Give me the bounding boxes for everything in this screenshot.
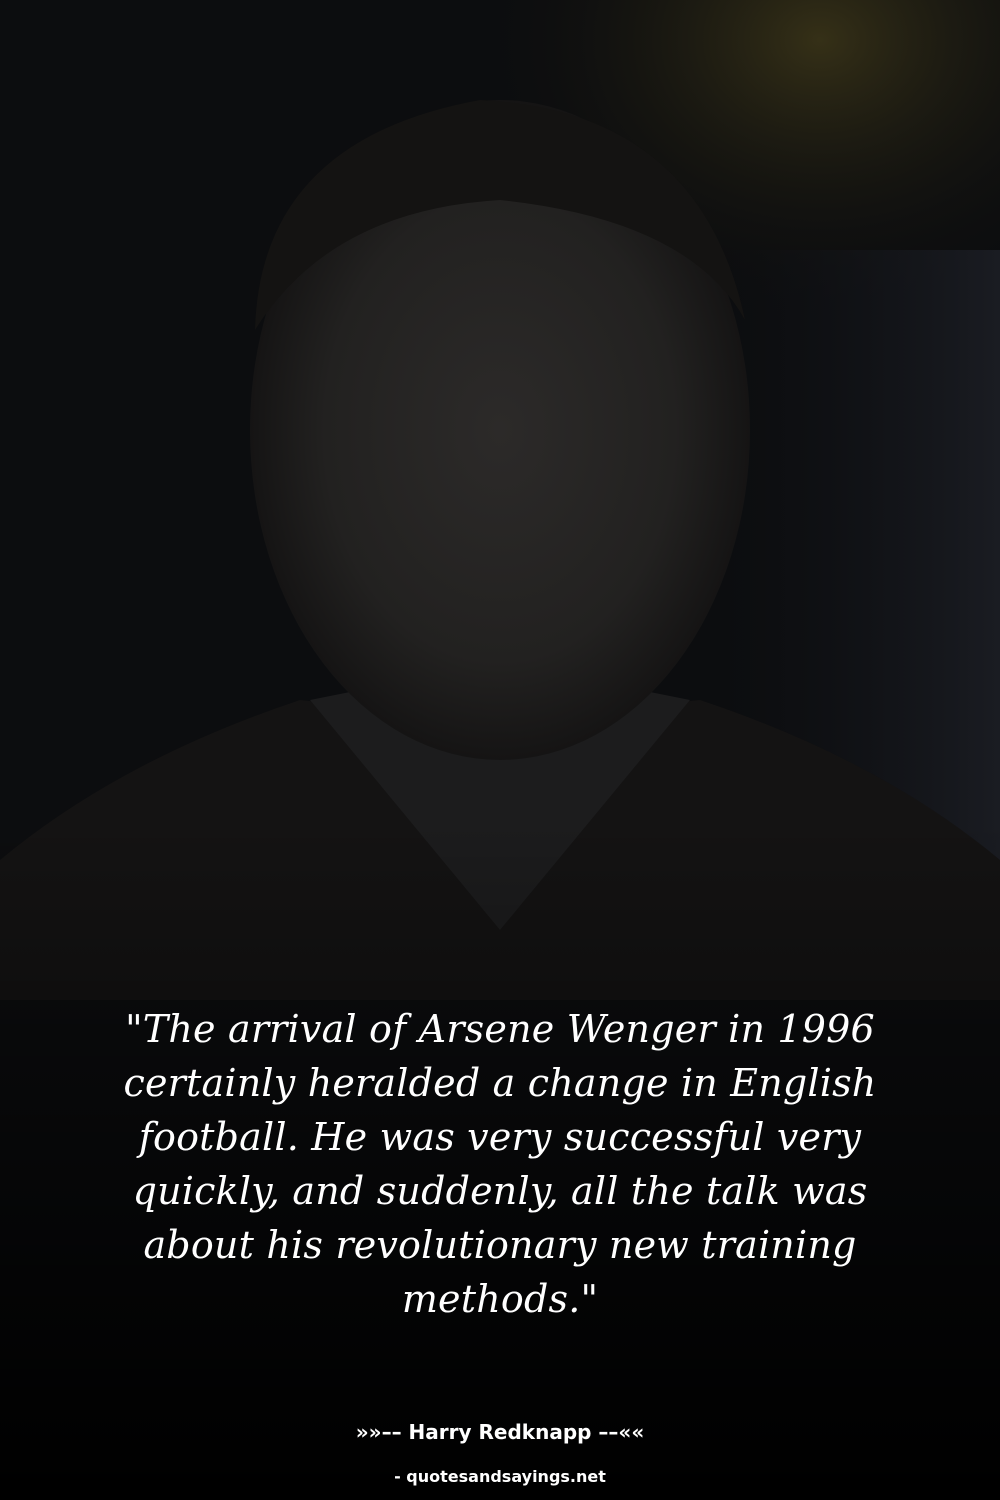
quote-card: "The arrival of Arsene Wenger in 1996 ce… — [0, 0, 1000, 1500]
quote-text: "The arrival of Arsene Wenger in 1996 ce… — [123, 1007, 877, 1321]
source-credit: - quotesandsayings.net — [394, 1467, 606, 1486]
quote-author: »»–– Harry Redknapp ––«« — [355, 1420, 645, 1444]
